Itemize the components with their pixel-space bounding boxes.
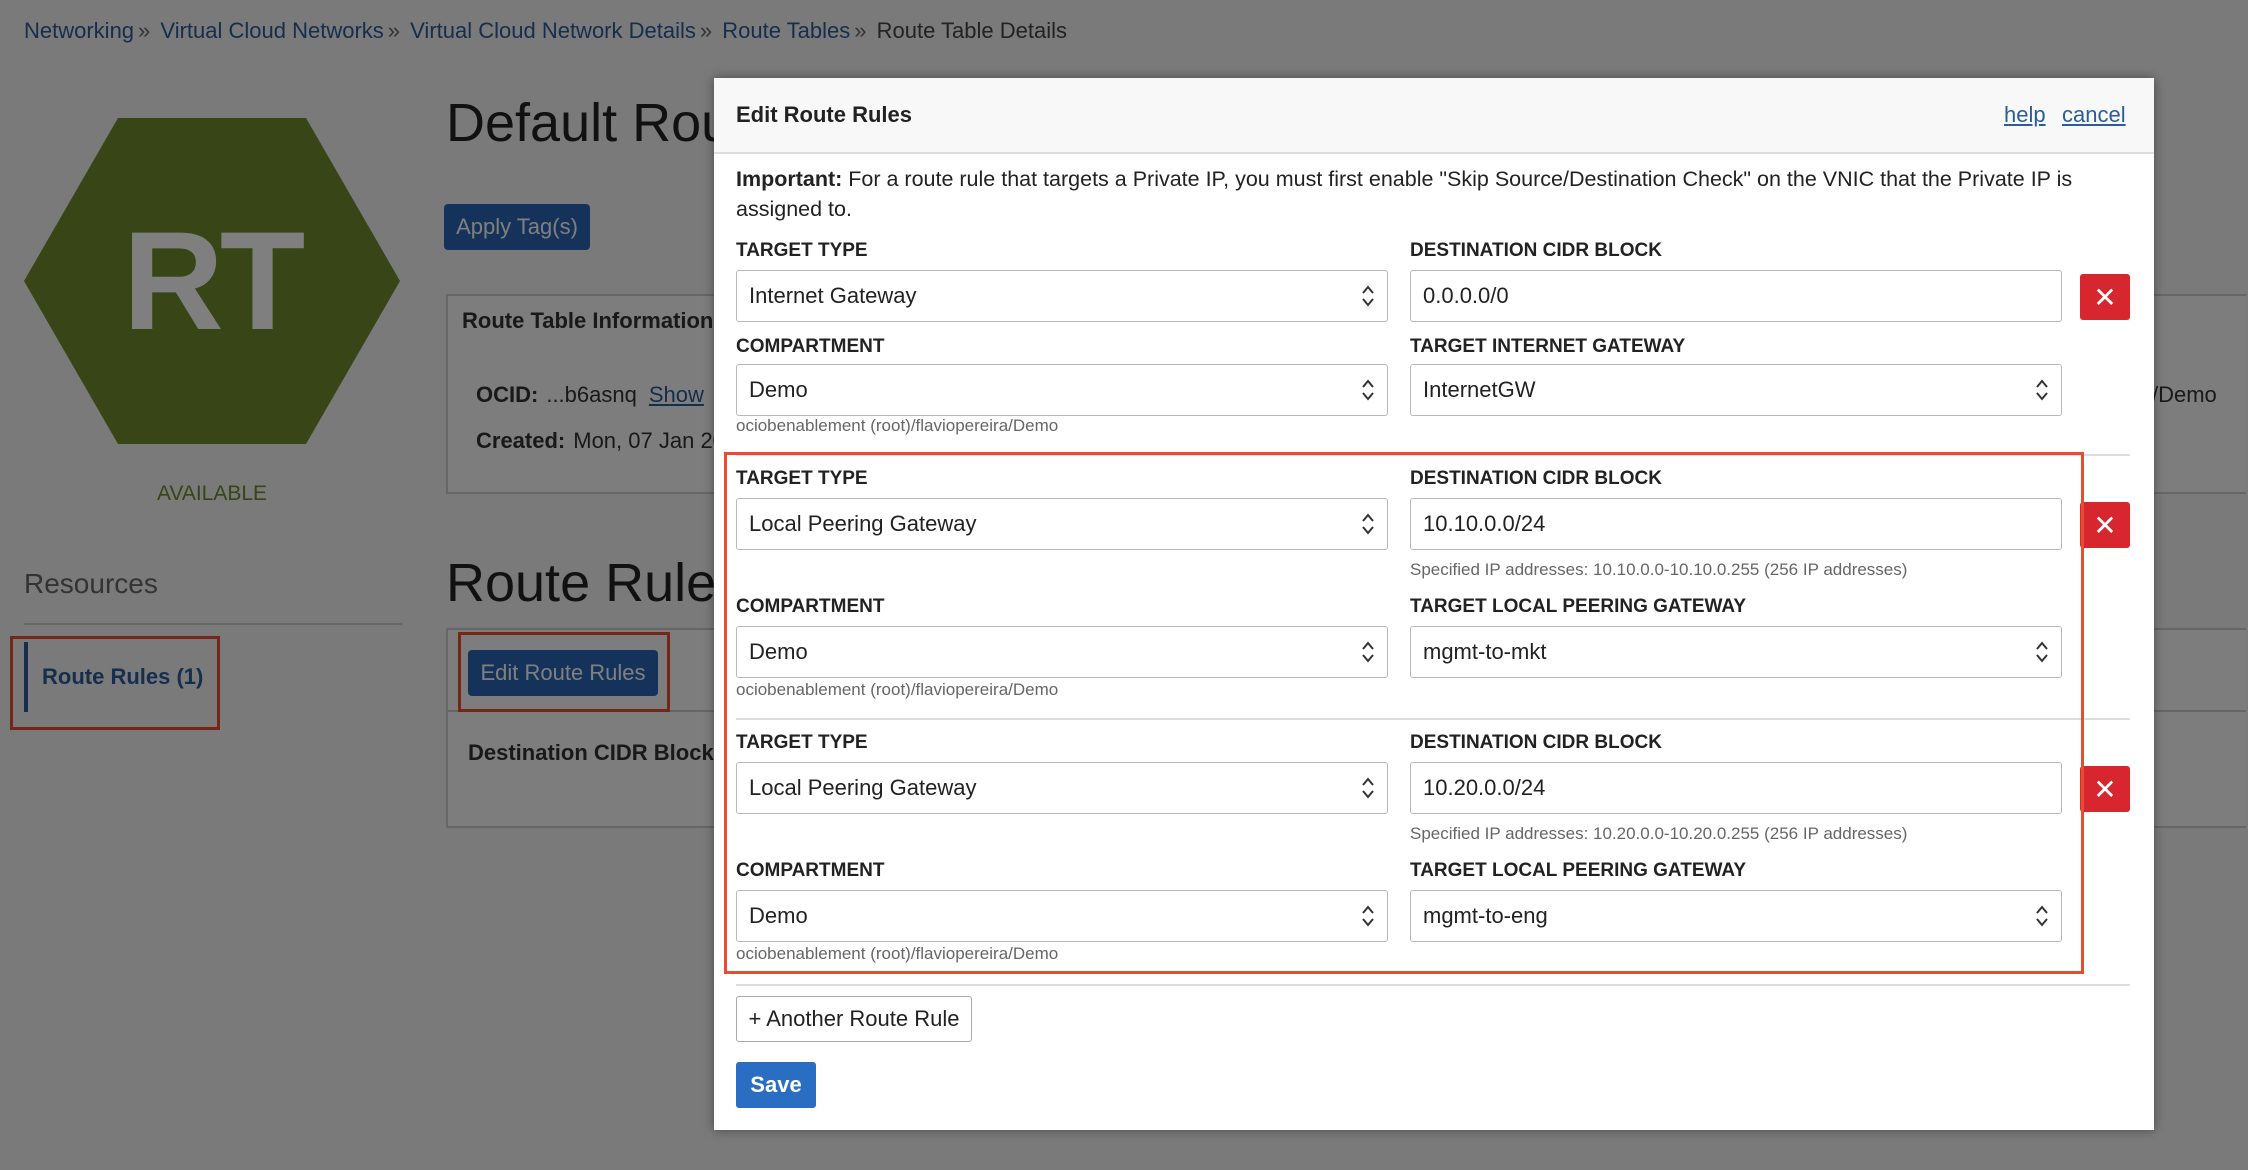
dialog-header: Edit Route Rules help cancel (714, 78, 2154, 154)
delete-rule-button[interactable]: ✕ (2080, 766, 2130, 812)
target-gateway-label: TARGET INTERNET GATEWAY (1410, 336, 1686, 357)
target-type-value: Internet Gateway (749, 283, 917, 308)
cancel-link[interactable]: cancel (2062, 102, 2126, 128)
notice-bold: Important: (736, 167, 843, 191)
target-gateway-value: InternetGW (1423, 377, 1536, 402)
delete-rule-button[interactable]: ✕ (2080, 502, 2130, 548)
add-route-rule-button[interactable]: + Another Route Rule (736, 996, 972, 1042)
target-type-select[interactable]: Internet Gateway (736, 270, 1388, 322)
delete-rule-button[interactable]: ✕ (2080, 274, 2130, 320)
select-arrows-icon (1362, 285, 1374, 307)
compartment-path-hint: ociobenablement (root)/flaviopereira/Dem… (736, 416, 1059, 435)
target-gateway-select[interactable]: InternetGW (1410, 364, 2062, 416)
highlight-box-new-rules (724, 452, 2084, 974)
destination-cidr-label: DESTINATION CIDR BLOCK (1410, 240, 1662, 261)
important-notice: Important: For a route rule that targets… (736, 164, 2116, 224)
compartment-label: COMPARTMENT (736, 336, 885, 357)
dialog-title: Edit Route Rules (736, 102, 913, 127)
select-arrows-icon (1362, 379, 1374, 401)
save-button[interactable]: Save (736, 1062, 816, 1108)
compartment-select[interactable]: Demo (736, 364, 1388, 416)
target-type-label: TARGET TYPE (736, 240, 868, 261)
help-link[interactable]: help (2004, 102, 2046, 128)
destination-cidr-input[interactable]: 0.0.0.0/0 (1410, 270, 2062, 322)
rule-divider (736, 984, 2130, 986)
destination-cidr-value: 0.0.0.0/0 (1423, 283, 1509, 308)
compartment-value: Demo (749, 377, 808, 402)
select-arrows-icon (2036, 379, 2048, 401)
notice-text: For a route rule that targets a Private … (736, 167, 2073, 221)
edit-route-rules-dialog: Edit Route Rules help cancel Important: … (714, 78, 2154, 1130)
